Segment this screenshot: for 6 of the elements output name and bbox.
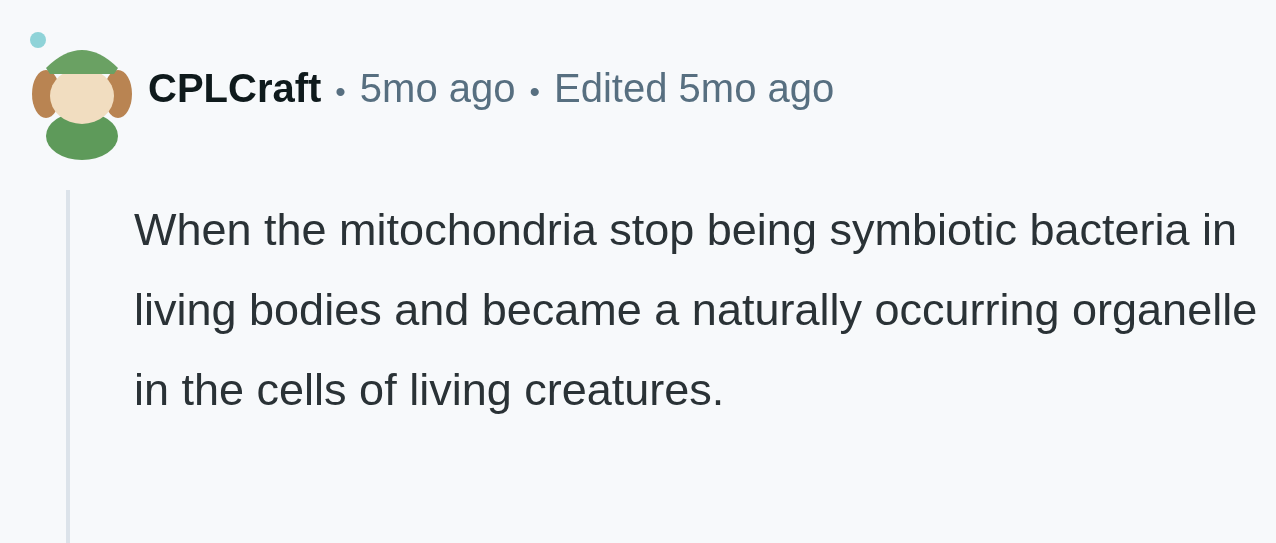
username[interactable]: CPLCraft	[148, 58, 322, 118]
edited-timestamp: Edited 5mo ago	[554, 65, 835, 112]
timestamp: 5mo ago	[359, 65, 516, 112]
comment-text: When the mitochondria stop being symbiotic bacteria in living bodies and became a naturally occurring organelle in the cells of living creatures.	[134, 203, 1259, 417]
separator: •	[529, 74, 541, 110]
separator: •	[335, 74, 346, 110]
